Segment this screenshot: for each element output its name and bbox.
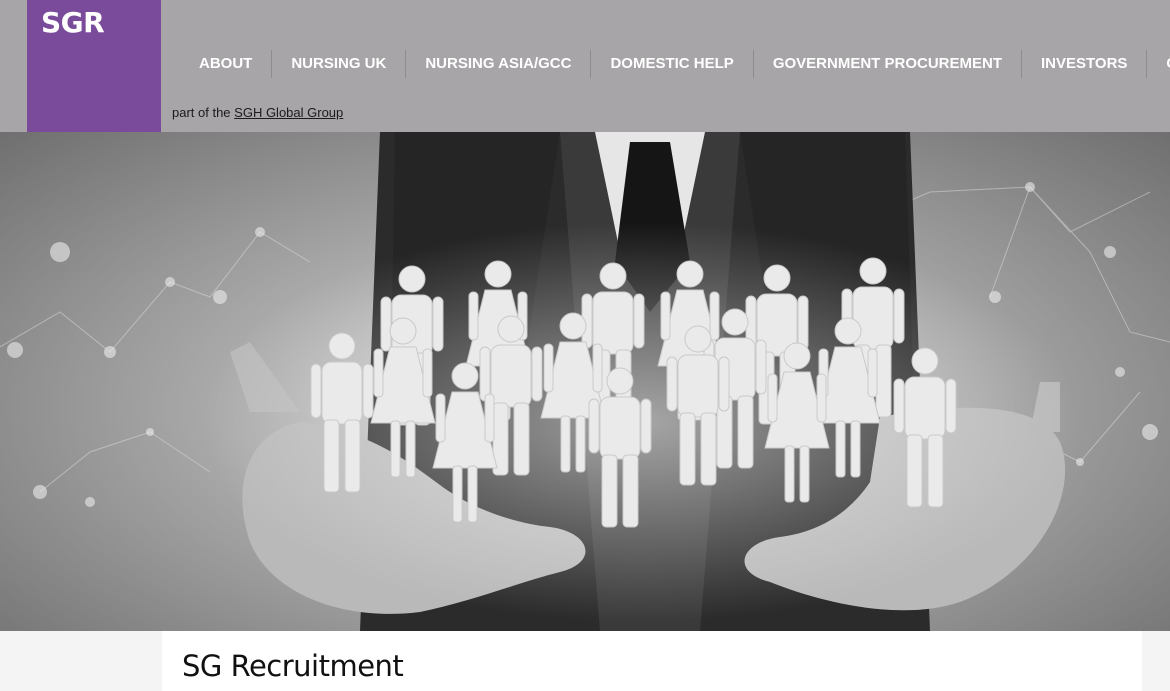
sgh-global-group-link[interactable]: SGH Global Group	[234, 105, 343, 120]
hero-illustration	[0, 132, 1170, 631]
main-nav: ABOUT NURSING UK NURSING ASIA/GCC DOMEST…	[180, 48, 1170, 80]
site-header: SGR ABOUT NURSING UK NURSING ASIA/GCC DO…	[0, 0, 1170, 132]
nav-item-contact[interactable]: CON	[1146, 50, 1170, 78]
logo-text[interactable]: SGR	[41, 6, 105, 39]
nav-item-nursing-asia-gcc[interactable]: NURSING ASIA/GCC	[405, 50, 590, 78]
nav-item-domestic-help[interactable]: DOMESTIC HELP	[590, 50, 752, 78]
nav-item-nursing-uk[interactable]: NURSING UK	[271, 50, 405, 78]
logo[interactable]: SGR	[27, 0, 161, 132]
nav-item-about[interactable]: ABOUT	[180, 50, 271, 78]
content-card: SG Recruitment	[162, 631, 1142, 691]
nav-item-government-procurement[interactable]: GOVERNMENT PROCUREMENT	[752, 50, 1021, 78]
nav-item-investors[interactable]: INVESTORS	[1021, 50, 1146, 78]
tagline: part of the SGH Global Group	[172, 105, 343, 120]
hero-image	[0, 132, 1170, 631]
tagline-prefix: part of the	[172, 105, 235, 120]
